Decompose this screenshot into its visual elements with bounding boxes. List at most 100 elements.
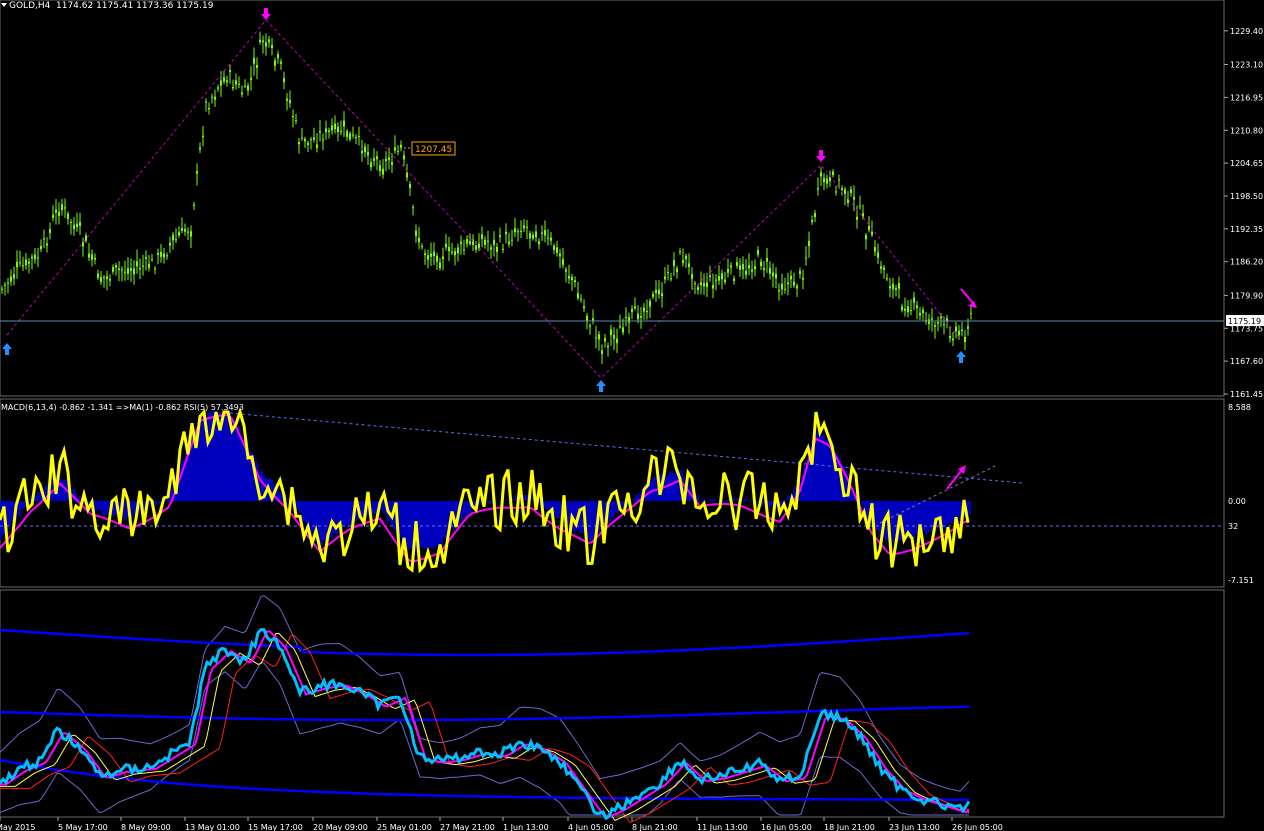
candle (67, 211, 69, 225)
candle (46, 237, 48, 253)
candle (373, 148, 375, 167)
candle (388, 147, 390, 170)
candle (55, 199, 57, 225)
candle (688, 253, 690, 275)
candle (328, 127, 330, 139)
candle (223, 70, 225, 85)
candle (541, 225, 543, 241)
candle (610, 324, 612, 346)
candle (232, 79, 234, 91)
candle (955, 321, 957, 339)
candle (358, 126, 360, 146)
candle (658, 280, 660, 299)
candle (397, 145, 399, 156)
candle (151, 254, 153, 262)
candle (79, 212, 81, 236)
trading-chart[interactable]: 1207.45 GOLD,H4 1174.62 1175.41 1173.36 … (0, 0, 1264, 831)
candle (250, 66, 252, 91)
candle (643, 303, 645, 320)
candle (748, 253, 750, 276)
candle (655, 280, 657, 302)
ma-magenta-line (0, 630, 970, 820)
candle (724, 271, 726, 285)
candle (649, 298, 651, 318)
candle (172, 232, 174, 250)
candle (154, 266, 156, 275)
candle (82, 237, 84, 257)
candle (520, 220, 522, 239)
candle (313, 127, 315, 143)
candle (307, 140, 309, 153)
candle (103, 275, 105, 288)
candle (130, 258, 132, 282)
candle (817, 177, 819, 196)
long-band-upper (0, 628, 970, 657)
candle (820, 167, 822, 187)
candle (601, 344, 603, 364)
candle (424, 249, 426, 265)
candle (808, 231, 810, 258)
candle (262, 35, 264, 54)
candle (628, 312, 630, 334)
time-tick-label: 27 May 21:00 (440, 823, 495, 831)
candle (889, 277, 891, 298)
candle (607, 342, 609, 357)
candle (346, 128, 348, 141)
candle (145, 250, 147, 271)
candle (562, 247, 564, 269)
candle (340, 120, 342, 136)
candle (280, 58, 282, 70)
candle (367, 144, 369, 165)
candle (511, 229, 513, 246)
candle (166, 252, 168, 260)
candle (763, 261, 765, 278)
candle (88, 243, 90, 262)
candle (670, 272, 672, 282)
candle (718, 265, 720, 285)
candle (826, 174, 828, 189)
candle (556, 240, 558, 257)
candle (343, 111, 345, 138)
candle (109, 274, 111, 287)
candle (502, 243, 504, 254)
candle (196, 163, 198, 186)
candle (781, 273, 783, 296)
price-axis: 1229.40 1223.10 1216.95 1210.80 1204.65 1198.… (1224, 27, 1263, 399)
candle (301, 128, 303, 141)
price-tick-label: 1223.10 (1230, 61, 1263, 70)
candle (22, 256, 24, 271)
candle (529, 230, 531, 249)
candle (682, 248, 684, 267)
candle (118, 261, 120, 282)
candle (175, 228, 177, 243)
price-tick-label: 1179.90 (1230, 291, 1263, 300)
candle (892, 278, 894, 299)
time-tick-label: May 2015 (0, 823, 35, 831)
candle (361, 140, 363, 162)
candle (61, 199, 63, 216)
candle (580, 294, 582, 303)
main-chart-panel[interactable] (0, 0, 1225, 397)
candle (691, 267, 693, 290)
candle (709, 265, 711, 282)
candle (829, 170, 831, 187)
candle (481, 226, 483, 248)
candle (322, 133, 324, 151)
candle (385, 151, 387, 172)
price-tick-label: 1204.65 (1230, 159, 1263, 168)
candle (640, 306, 642, 329)
candle (277, 50, 279, 64)
candle (337, 122, 339, 142)
long-band-middle (0, 705, 970, 722)
candle (898, 276, 900, 299)
candle (859, 195, 861, 210)
chart-menu-icon[interactable] (1, 3, 7, 7)
candle (121, 266, 123, 282)
candle (778, 283, 780, 301)
candle (376, 151, 378, 171)
candle (184, 223, 186, 236)
candle (31, 253, 33, 270)
candle (76, 212, 78, 232)
candle (442, 247, 444, 271)
price-tick-label: 1186.20 (1230, 258, 1263, 267)
